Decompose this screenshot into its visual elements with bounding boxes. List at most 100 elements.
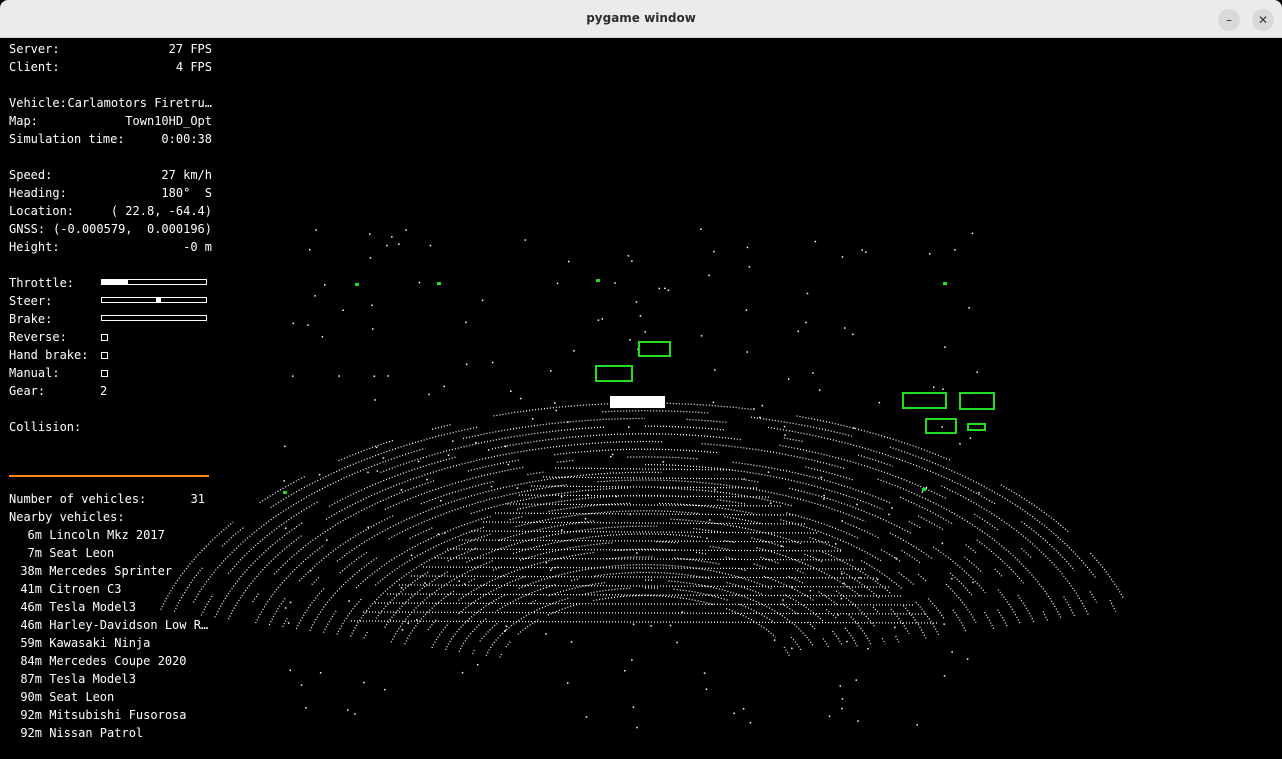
lidar-point (556, 282, 559, 285)
nearby-vehicle-item: 87m Tesla Model3 (9, 670, 136, 688)
lidar-point (681, 611, 684, 613)
lidar-scanline (350, 620, 940, 624)
server-value: 27 FPS (168, 42, 212, 56)
distant-vehicle-marker (355, 283, 359, 286)
lidar-point (749, 721, 752, 724)
minimize-button[interactable]: – (1218, 9, 1240, 31)
lidar-point (888, 513, 890, 516)
lidar-point (614, 282, 616, 284)
lidar-point (761, 404, 764, 407)
lidar-point (791, 586, 793, 588)
lidar-point (567, 682, 569, 684)
gnss-label: GNSS: (9, 222, 46, 236)
lidar-point (753, 408, 755, 410)
lidar-point (554, 402, 556, 404)
lidar-point (321, 335, 324, 338)
lidar-scanline (542, 476, 748, 480)
lidar-ring (322, 494, 968, 633)
vehicle-bounding-box (638, 341, 671, 357)
lidar-point (481, 299, 484, 302)
lidar-point (861, 249, 863, 251)
lidar-point (968, 307, 970, 309)
lidar-point (624, 670, 626, 672)
lidar-point (440, 500, 442, 502)
nearby-vehicle-distance: 84m (20, 654, 42, 668)
lidar-point (384, 688, 386, 691)
lidar-point (714, 369, 716, 371)
lidar-point (300, 684, 303, 686)
lidar-point (447, 454, 450, 456)
distant-vehicle-marker (437, 282, 441, 285)
lidar-point (597, 319, 600, 321)
lidar-point (746, 351, 748, 353)
nearby-vehicle-name: Tesla Model3 (42, 600, 136, 614)
lidar-point (510, 390, 512, 392)
lidar-point (742, 708, 745, 710)
lidar-point (971, 232, 974, 235)
lidar-point (746, 246, 749, 249)
lidar-point (895, 557, 897, 560)
lidar-point (703, 672, 706, 674)
lidar-point (635, 301, 638, 303)
lidar-point (443, 385, 445, 388)
pygame-window: pygame window – ✕ Server: 27 FPS Client:… (0, 0, 1282, 759)
lidar-point (781, 545, 783, 547)
lidar-scanline (530, 485, 760, 489)
lidar-point (709, 519, 711, 521)
height-value: -0 m (183, 240, 212, 254)
lidar-viewport[interactable]: Server: 27 FPS Client: 4 FPS Vehicle: Ca… (0, 38, 1282, 759)
lidar-point (314, 295, 316, 297)
lidar-point (978, 492, 980, 494)
lidar-point (631, 260, 633, 262)
nearby-vehicles-row: Nearby vehicles: (9, 508, 212, 526)
lidar-point (490, 485, 493, 488)
lidar-point (284, 445, 286, 448)
steer-row: Steer: (9, 292, 212, 310)
lidar-point (865, 251, 867, 253)
location-label: Location: (9, 204, 75, 218)
lidar-ring (499, 594, 791, 658)
lidar-rings (160, 402, 1124, 658)
collision-row: Collision: (9, 418, 212, 436)
lidar-point (669, 624, 672, 627)
lidar-point (309, 248, 311, 251)
gear-value: 2 (100, 384, 108, 398)
lidar-point (667, 289, 670, 292)
nearby-vehicle-name: Citroen C3 (42, 582, 122, 596)
nearby-vehicle-distance: 7m (27, 546, 42, 560)
lidar-point (507, 463, 510, 466)
lidar-ring (363, 518, 927, 639)
close-button[interactable]: ✕ (1252, 9, 1274, 31)
reverse-label: Reverse: (9, 330, 67, 344)
lidar-point (504, 445, 507, 448)
lidar-point (650, 625, 652, 627)
distant-vehicle-marker (922, 488, 926, 491)
lidar-point (632, 706, 635, 708)
lidar-point (767, 471, 770, 473)
lidar-point (783, 425, 786, 428)
lidar-point (342, 309, 344, 311)
vehicle-bounding-box (925, 418, 957, 434)
gear-row: Gear: 2 (9, 382, 212, 400)
lidar-ring (444, 564, 843, 651)
title-bar[interactable]: pygame window – ✕ (0, 0, 1282, 38)
lidar-point (405, 229, 407, 231)
vehicle-bounding-box (595, 365, 633, 382)
vehicle-bounding-box (902, 392, 947, 409)
lidar-point (287, 622, 290, 624)
lidar-point (941, 426, 943, 428)
client-value: 4 FPS (175, 60, 212, 74)
lidar-point (458, 580, 461, 582)
distant-vehicle-marker (596, 279, 600, 282)
brake-bar (101, 315, 207, 321)
lidar-point (475, 442, 477, 444)
lidar-point (840, 597, 843, 600)
nearby-vehicle-item: 46m Tesla Model3 (9, 598, 136, 616)
lidar-point (818, 389, 821, 391)
lidar-point (615, 495, 617, 498)
lidar-point (841, 256, 844, 258)
lidar-point (759, 416, 761, 419)
lidar-point (959, 443, 961, 445)
vehicle-label: Vehicle: (9, 96, 67, 110)
lidar-point (347, 709, 349, 711)
